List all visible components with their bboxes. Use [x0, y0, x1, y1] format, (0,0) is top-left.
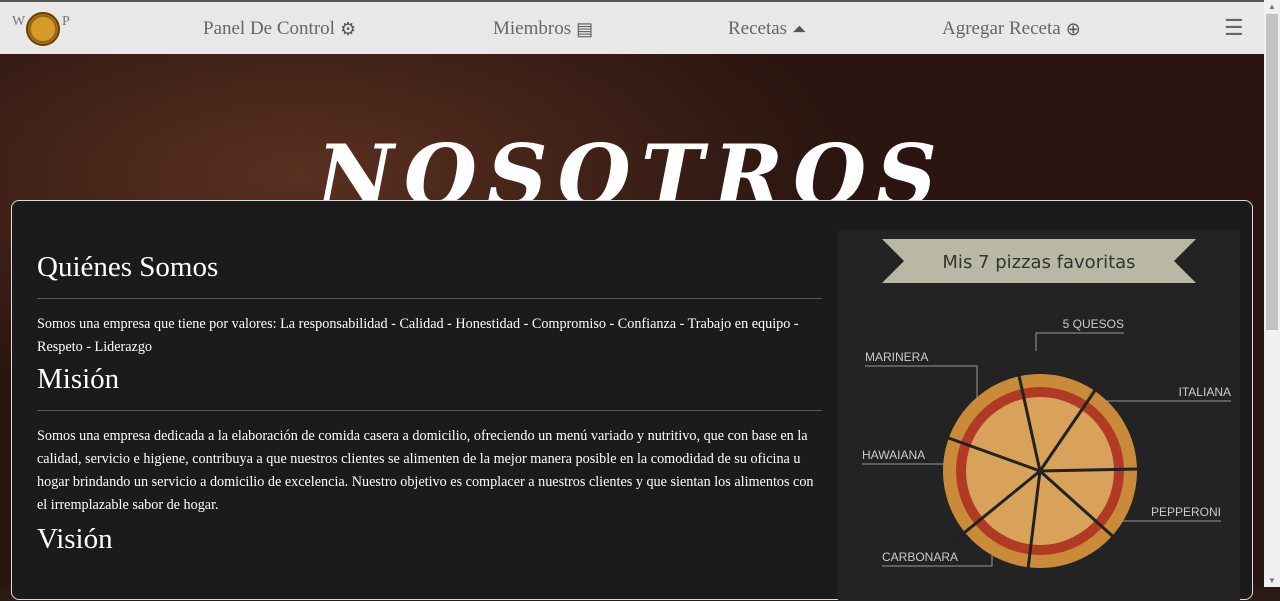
- about-card: Quiénes Somos Somos una empresa que tien…: [11, 200, 1253, 601]
- about-text: Quiénes Somos Somos una empresa que tien…: [37, 201, 822, 556]
- heading-quienes-somos: Quiénes Somos: [37, 251, 219, 283]
- label-carbonara: CARBONARA: [882, 550, 958, 564]
- label-marinera: MARINERA: [865, 350, 928, 364]
- gears-icon: ⚙: [339, 18, 357, 39]
- logo[interactable]: W P: [10, 8, 74, 50]
- hamburger-icon[interactable]: ☰: [1224, 15, 1244, 41]
- nav-label: Panel De Control: [203, 18, 335, 39]
- plus-circle-icon: ⊕: [1065, 18, 1081, 39]
- id-card-icon: ▤: [576, 18, 594, 39]
- bell-concierge-icon: ⏶: [792, 18, 807, 39]
- heading-vision: Visión: [37, 523, 113, 555]
- label-hawaiana: HAWAIANA: [862, 448, 925, 462]
- scroll-up-icon[interactable]: ▲: [1268, 2, 1276, 11]
- label-pepperoni: PEPPERONI: [1151, 505, 1221, 519]
- label-5-quesos: 5 QUESOS: [1063, 317, 1124, 331]
- heading-mision: Misión: [37, 363, 120, 395]
- divider: [37, 298, 822, 299]
- nav-agregar-receta[interactable]: Agregar Receta ⊕: [942, 18, 1081, 40]
- infographic-graphic: Mis 7 pizzas favoritas 5 QUESOS MARINERA…: [838, 231, 1240, 601]
- navbar: W P Panel De Control ⚙ Miembros ▤ Recetas ⏶…: [0, 0, 1264, 54]
- label-italiana: ITALIANA: [1179, 385, 1231, 399]
- nav-recetas[interactable]: Recetas ⏶: [728, 18, 806, 40]
- values-paragraph: Somos una empresa que tiene por valores:…: [37, 316, 799, 355]
- pizza-logo-icon: [26, 12, 60, 46]
- pizza-infographic: Mis 7 pizzas favoritas 5 QUESOS MARINERA…: [838, 231, 1240, 601]
- scrollbar-thumb[interactable]: [1266, 14, 1278, 330]
- scroll-down-icon[interactable]: ▼: [1268, 576, 1276, 585]
- logo-letter: P: [62, 14, 70, 29]
- scrollbar[interactable]: ▲ ▼: [1264, 0, 1280, 587]
- logo-letter: W: [12, 14, 26, 29]
- nav-label: Miembros: [493, 18, 572, 39]
- mission-paragraph: Somos una empresa dedicada a la elaborac…: [37, 428, 814, 513]
- nav-panel-de-control[interactable]: Panel De Control ⚙: [203, 18, 356, 40]
- nav-label: Recetas: [728, 18, 788, 39]
- divider: [37, 410, 822, 411]
- banner-text: Mis 7 pizzas favoritas: [942, 252, 1135, 273]
- nav-miembros[interactable]: Miembros ▤: [493, 18, 593, 40]
- nav-label: Agregar Receta: [942, 18, 1061, 39]
